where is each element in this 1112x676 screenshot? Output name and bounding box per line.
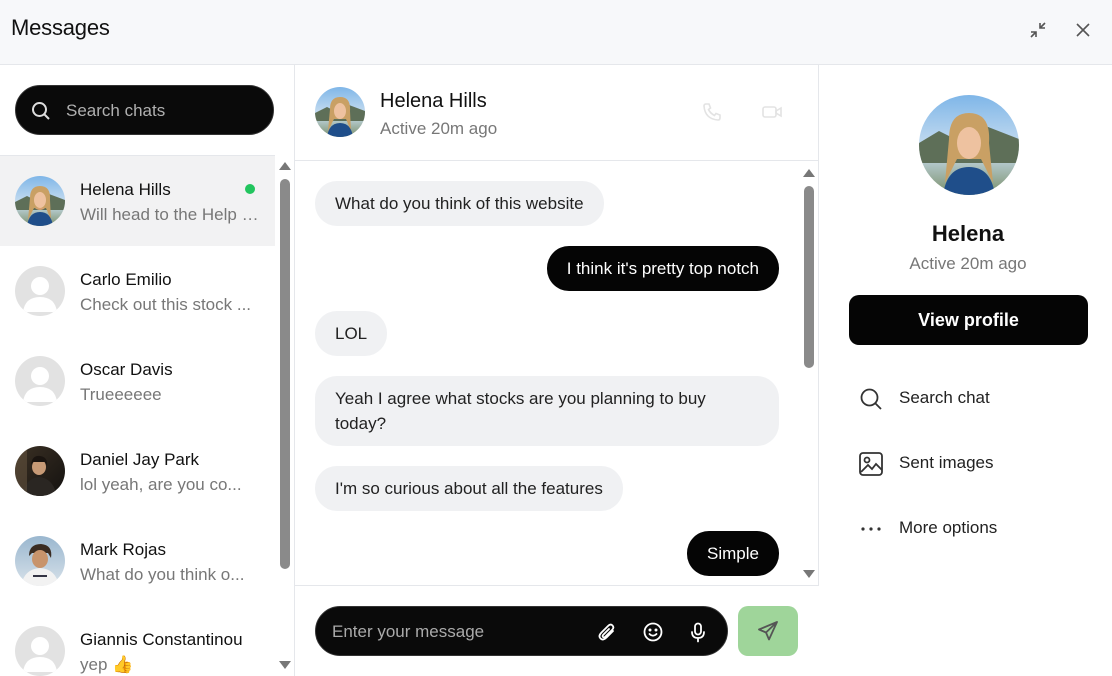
video-camera-icon	[762, 106, 782, 118]
image-icon	[858, 451, 884, 477]
option-search-chat[interactable]: Search chat	[858, 383, 1088, 413]
search-icon	[858, 386, 884, 412]
chat-item-helena-hills[interactable]: Helena Hills Will head to the Help Cente…	[0, 156, 275, 246]
avatar-placeholder-icon	[15, 356, 65, 406]
chat-list: Helena Hills Will head to the Help Cente…	[0, 155, 275, 676]
search-icon	[32, 102, 50, 120]
search-input[interactable]	[66, 99, 261, 123]
profile-panel: Helena Active 20m ago View profile Searc…	[820, 65, 1112, 676]
send-button[interactable]	[738, 606, 798, 656]
option-label: Sent images	[899, 453, 994, 472]
chat-item-carlo-emilio[interactable]: Carlo Emilio Check out this stock ...	[0, 246, 275, 336]
send-icon	[758, 621, 778, 641]
top-bar: Messages	[0, 0, 1112, 65]
chat-item-oscar-davis[interactable]: Oscar Davis Trueeeeee	[0, 336, 275, 426]
option-more-options[interactable]: More options	[858, 513, 1088, 543]
minimize-arrows-icon	[1030, 22, 1046, 38]
chat-sidebar: Helena Hills Will head to the Help Cente…	[0, 65, 295, 676]
close-icon	[1076, 23, 1090, 37]
chat-preview: Trueeeeee	[80, 385, 162, 404]
conversation-panel: Helena Hills Active 20m ago What do you …	[295, 65, 819, 676]
message-incoming: What do you think of this website	[315, 181, 604, 226]
composer-area	[295, 585, 819, 676]
chat-name: Daniel Jay Park	[80, 450, 200, 469]
avatar	[15, 446, 65, 496]
video-call-button[interactable]	[761, 101, 783, 123]
scroll-down-arrow-icon[interactable]	[279, 661, 291, 669]
avatar[interactable]	[315, 87, 365, 137]
smiley-icon	[643, 622, 663, 642]
avatar-placeholder-icon	[15, 266, 65, 316]
minimize-button[interactable]	[1026, 18, 1050, 42]
microphone-icon	[691, 622, 705, 643]
voice-call-button[interactable]	[701, 101, 723, 123]
scroll-down-arrow-icon[interactable]	[803, 570, 815, 578]
option-label: Search chat	[899, 388, 990, 407]
avatar	[15, 536, 65, 586]
avatar-placeholder-icon	[15, 626, 65, 676]
scroll-up-arrow-icon[interactable]	[803, 169, 815, 177]
message-input[interactable]	[332, 620, 582, 644]
message-incoming: LOL	[315, 311, 388, 356]
message-incoming: Yeah I agree what stocks are you plannin…	[315, 376, 779, 446]
avatar	[15, 176, 65, 226]
profile-status: Active 20m ago	[909, 254, 1027, 273]
attach-button[interactable]	[596, 621, 618, 643]
voice-record-button[interactable]	[687, 621, 709, 643]
profile-avatar	[919, 95, 1019, 195]
chat-preview: yep 👍	[80, 655, 134, 674]
app-title: Messages	[11, 15, 110, 40]
contact-name: Helena Hills	[380, 90, 487, 112]
chat-preview: What do you think o...	[80, 565, 245, 584]
emoji-button[interactable]	[642, 621, 664, 643]
chat-name: Giannis Constantinou	[80, 630, 243, 649]
option-label: More options	[899, 518, 998, 537]
message-incoming: I'm so curious about all the features	[315, 466, 623, 511]
chat-item-daniel-jay-park[interactable]: Daniel Jay Park lol yeah, are you co...	[0, 426, 275, 516]
message-list: What do you think of this website I thin…	[295, 162, 800, 585]
profile-name: Helena	[931, 221, 1005, 246]
scroll-up-arrow-icon[interactable]	[279, 162, 291, 170]
chat-name: Carlo Emilio	[80, 270, 172, 289]
message-outgoing: I think it's pretty top notch	[546, 246, 779, 291]
close-button[interactable]	[1071, 18, 1095, 42]
option-sent-images[interactable]: Sent images	[858, 448, 1088, 478]
online-indicator	[245, 184, 255, 194]
chat-preview: Check out this stock ...	[80, 295, 252, 314]
view-profile-button[interactable]: View profile	[849, 295, 1088, 345]
message-composer[interactable]	[315, 606, 728, 656]
scrollbar-thumb[interactable]	[804, 186, 814, 368]
chat-preview: lol yeah, are you co...	[80, 475, 242, 494]
chat-name: Mark Rojas	[80, 540, 166, 559]
paperclip-icon	[598, 623, 615, 641]
more-dots-icon	[858, 516, 884, 542]
contact-status: Active 20m ago	[380, 119, 498, 138]
phone-icon	[703, 103, 721, 121]
search-box[interactable]	[15, 85, 274, 135]
chat-preview: Will head to the Help Center...	[80, 205, 260, 224]
conversation-header: Helena Hills Active 20m ago	[295, 65, 819, 161]
chat-item-mark-rojas[interactable]: Mark Rojas What do you think o...	[0, 516, 275, 606]
scrollbar-thumb[interactable]	[280, 179, 290, 569]
message-outgoing: Simple	[687, 531, 779, 576]
message-scrollbar[interactable]	[800, 162, 818, 585]
chat-item-giannis-constantinou[interactable]: Giannis Constantinou yep 👍	[0, 606, 275, 676]
chat-name: Helena Hills	[80, 180, 171, 199]
chat-list-scrollbar[interactable]	[276, 155, 294, 676]
chat-name: Oscar Davis	[80, 360, 173, 379]
